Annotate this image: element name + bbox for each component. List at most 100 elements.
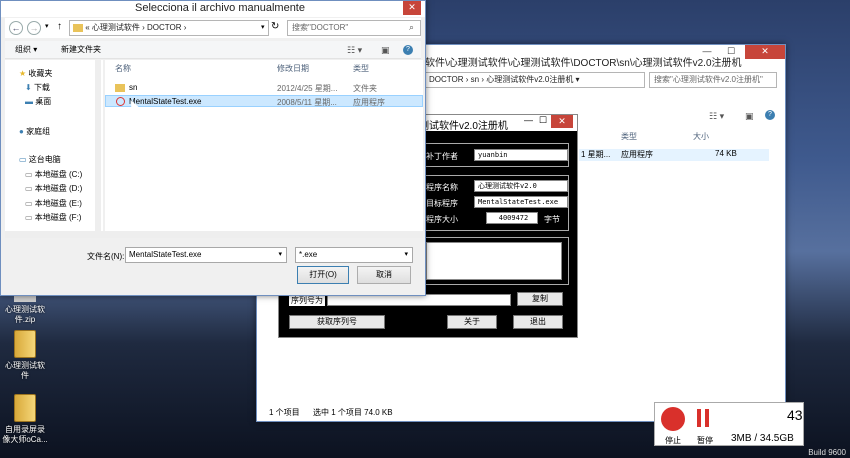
forward-button[interactable]: → [27,21,41,35]
exit-button[interactable]: 退出 [513,315,563,329]
explorer-address-bar[interactable]: DOCTOR › sn › 心理测试软件v2.0注册机 ▾ [425,72,645,88]
folder-icon [14,394,36,422]
serial-label: 序列号为 [289,295,325,306]
size-field[interactable]: 4009472 [486,212,538,224]
desktop-icon-recorder[interactable]: 自用录屏录像大师oCa... [2,394,48,445]
desktop-icon-zip[interactable]: 心理测试软 件.zip [2,292,48,325]
sidebar-item-drive-c[interactable]: ▭ 本地磁盘 (C:) [25,169,82,180]
dialog-close-button[interactable]: ✕ [403,1,421,15]
app-icon [116,97,125,106]
sidebar-item-desktop[interactable]: ▬ 桌面 [25,96,51,107]
column-name[interactable]: 名称 [115,63,131,74]
about-button[interactable]: 关于 [447,315,497,329]
cancel-button[interactable]: 取消 [357,266,411,284]
refresh-icon[interactable]: ↻ [271,21,279,32]
patch-author-field[interactable]: yuanbin [474,149,568,161]
column-date[interactable]: 修改日期 [277,63,309,74]
recorder-panel: 停止 暂停 43 3MB / 34.5GB [654,402,804,446]
sidebar-item-downloads[interactable]: ⬇ 下载 [25,82,50,93]
help-icon[interactable]: ? [403,45,413,55]
maximize-button[interactable]: ☐ [719,45,743,59]
stop-label: 停止 [665,436,681,445]
path-segment[interactable]: 心理测试软件v2.0注册机 [486,75,573,84]
open-button[interactable]: 打开(O) [297,266,349,284]
star-icon: ★ [19,69,27,78]
file-type: 文件夹 [353,84,377,93]
patch-author-label: 补丁作者 [426,152,458,161]
keygen-close-button[interactable]: ✕ [551,115,573,128]
file-list: 名称 修改日期 类型 sn 2012/4/25 星期... 文件夹 Mental… [105,60,423,238]
breadcrumb-item[interactable]: DOCTOR [147,23,182,32]
view-options-icon[interactable]: ☷ ▾ [347,41,362,59]
explorer-search-input[interactable]: 搜索"心理测试软件v2.0注册机" [649,72,777,88]
sidebar-item-favorites[interactable]: ★ 收藏夹 [19,68,52,79]
sidebar-item-drive-d[interactable]: ▭ 本地磁盘 (D:) [25,183,82,194]
up-button[interactable]: ↑ [57,21,62,32]
keygen-minimize-button[interactable]: — [524,115,533,125]
new-folder-button[interactable]: 新建文件夹 [61,41,101,59]
search-icon[interactable]: ⌕ [409,22,414,33]
log-textarea[interactable] [426,242,562,280]
keygen-maximize-button[interactable]: ☐ [539,115,547,126]
preview-pane-icon[interactable]: ▣ [381,41,390,59]
close-button[interactable]: ✕ [745,45,785,59]
dialog-toolbar: 组织 ▾ 新建文件夹 ☷ ▾ ▣ ? [5,41,421,59]
status-selection: 选中 1 个项目 74.0 KB [313,408,393,417]
program-name-field[interactable]: 心理测试软件v2.0 [474,180,568,192]
file-type-select[interactable]: *.exe ▾ [295,247,413,263]
path-segment[interactable]: DOCTOR [429,75,464,84]
sidebar-item-drive-f[interactable]: ▭ 本地磁盘 (F:) [25,212,81,223]
folder-icon [73,23,83,32]
filename-label: 文件名(N): [87,252,125,261]
recent-dropdown-icon[interactable]: ▾ [45,22,49,30]
organize-menu[interactable]: 组织 ▾ [15,41,37,59]
sidebar-item-homegroup[interactable]: ● 家庭组 [19,126,50,137]
file-row[interactable]: 1 星期... 应用程序 74 KB [579,149,769,161]
column-type[interactable]: 类型 [353,63,369,74]
folder-icon [115,84,125,92]
target-field[interactable]: MentalStateTest.exe [474,196,568,208]
recorder-size: 3MB / 34.5GB [731,433,794,444]
column-type[interactable]: 类型 [621,131,637,142]
stop-button[interactable] [661,407,685,431]
h-scrollbar[interactable] [5,231,423,238]
dialog-sidebar: ★ 收藏夹 ⬇ 下载 ▬ 桌面 ● 家庭组 ▭ 这台电脑 ▭ 本地磁盘 (C:)… [5,60,103,238]
sidebar-item-this-pc[interactable]: ▭ 这台电脑 [19,154,61,165]
breadcrumb-item[interactable]: 心理测试软件 [92,23,140,32]
pause-button[interactable] [697,409,709,427]
desktop-icon-folder[interactable]: 心理测试软件 [2,330,48,381]
drive-icon: ▭ [25,184,33,193]
build-watermark: Build 9600 [808,448,846,457]
file-row-sn[interactable]: sn 2012/4/25 星期... 文件夹 [105,82,423,94]
chevron-down-icon[interactable]: ▾ [404,248,408,262]
status-item-count: 1 个项目 [269,408,300,417]
filename-input[interactable]: MentalStateTest.exe ▾ [125,247,287,263]
breadcrumb-overflow[interactable]: « [85,23,89,32]
file-name: MentalStateTest.exe [129,97,202,106]
file-dialog[interactable]: Selecciona il archivo manualmente ✕ ← → … [0,0,426,296]
back-button[interactable]: ← [9,21,23,35]
dialog-address-bar[interactable]: « 心理测试软件 › DOCTOR › [69,20,269,36]
get-serial-button[interactable]: 获取序列号 [289,315,385,329]
desktop-icon: ▬ [25,97,33,106]
column-size[interactable]: 大小 [693,131,709,142]
chevron-down-icon[interactable]: ▾ [278,248,282,262]
file-row-exe[interactable]: MentalStateTest.exe 2008/5/11 星期... 应用程序 [105,95,423,107]
preview-pane-icon[interactable]: ▣ [745,111,754,122]
dialog-search-input[interactable]: 搜索"DOCTOR" [287,20,421,36]
file-date: 2008/5/11 星期... [277,98,337,107]
copy-button[interactable]: 复制 [517,292,563,306]
folder-icon [14,330,36,358]
program-name-label: 程序名称 [426,183,458,192]
dialog-titlebar[interactable]: Selecciona il archivo manualmente ✕ [1,1,425,17]
address-dropdown-icon[interactable]: ▾ [261,23,265,31]
view-options-icon[interactable]: ☷ ▾ [709,111,724,122]
help-icon[interactable]: ? [765,110,775,120]
download-icon: ⬇ [25,83,32,92]
path-segment[interactable]: sn [471,75,479,84]
minimize-button[interactable]: — [695,45,719,59]
file-type: 应用程序 [621,150,653,159]
sidebar-scrollbar[interactable] [95,60,101,238]
sidebar-item-drive-e[interactable]: ▭ 本地磁盘 (E:) [25,198,82,209]
drive-icon: ▭ [25,170,33,179]
